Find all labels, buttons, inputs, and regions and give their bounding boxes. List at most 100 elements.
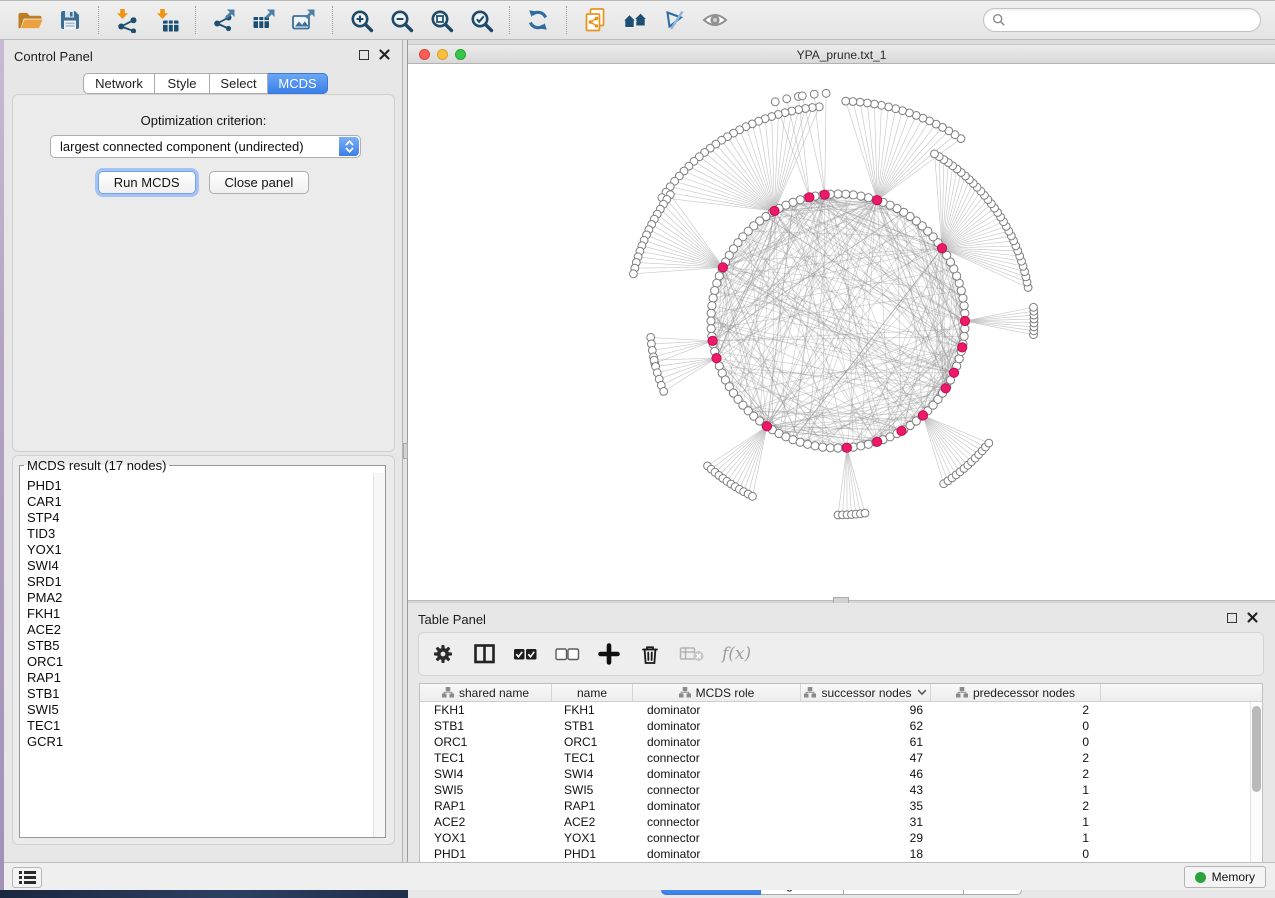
cell-MCDS-role[interactable]: dominator [633,766,801,782]
cell-MCDS-role[interactable]: dominator [633,846,801,862]
tab-network[interactable]: Network [83,73,155,94]
table-row[interactable]: ORC1ORC1dominator610 [420,734,1262,750]
cell-MCDS-role[interactable]: dominator [633,734,801,750]
cell-MCDS-role[interactable]: connector [633,782,801,798]
cell-shared-name[interactable]: TEC1 [420,750,552,766]
home-icon[interactable] [618,4,652,36]
cell-predecessor-nodes[interactable]: 1 [931,814,1101,830]
mcds-result-item[interactable]: ACE2 [27,622,373,638]
cell-MCDS-role[interactable]: dominator [633,798,801,814]
cell-predecessor-nodes[interactable]: 0 [931,718,1101,734]
mcds-result-item[interactable]: RAP1 [27,670,373,686]
cell-successor-nodes[interactable]: 31 [801,814,931,830]
show-graphics-details-icon[interactable] [698,4,732,36]
mcds-result-item[interactable]: SRD1 [27,574,373,590]
table-row[interactable]: FKH1FKH1dominator962 [420,702,1262,718]
zoom-selected-icon[interactable] [464,4,498,36]
table-row[interactable]: YOX1YOX1connector291 [420,830,1262,846]
mcds-result-list[interactable]: PHD1CAR1STP4TID3YOX1SWI4SRD1PMA2FKH1ACE2… [20,473,373,837]
cell-successor-nodes[interactable]: 47 [801,750,931,766]
cell-predecessor-nodes[interactable]: 1 [931,830,1101,846]
mcds-result-item[interactable]: STP4 [27,510,373,526]
mcds-result-item[interactable]: TID3 [27,526,373,542]
cell-successor-nodes[interactable]: 61 [801,734,931,750]
export-image-icon[interactable] [287,4,321,36]
zoom-out-icon[interactable] [384,4,418,36]
search-input[interactable] [1012,13,1252,27]
cell-MCDS-role[interactable]: connector [633,830,801,846]
mcds-result-item[interactable]: PHD1 [27,478,373,494]
cell-successor-nodes[interactable]: 46 [801,766,931,782]
panel-list-button[interactable] [12,867,42,888]
column-header-MCDS-role[interactable]: MCDS role [633,684,801,701]
mcds-list-scrollbar[interactable] [373,473,385,837]
zoom-in-icon[interactable] [344,4,378,36]
close-panel-button[interactable]: Close panel [209,171,310,194]
cell-name[interactable]: SWI4 [552,766,633,782]
cell-shared-name[interactable]: FKH1 [420,702,552,718]
column-header-predecessor-nodes[interactable]: predecessor nodes [931,684,1101,701]
cell-successor-nodes[interactable]: 96 [801,702,931,718]
import-table-icon[interactable] [150,4,184,36]
table-row[interactable]: SWI5SWI5connector431 [420,782,1262,798]
cell-name[interactable]: STB1 [552,718,633,734]
table-scrollbar[interactable] [1250,702,1262,869]
cell-predecessor-nodes[interactable]: 2 [931,702,1101,718]
memory-button[interactable]: Memory [1184,866,1266,888]
deselect-all-icon[interactable] [555,641,580,667]
table-row[interactable]: PHD1PHD1dominator180 [420,846,1262,862]
cell-successor-nodes[interactable]: 18 [801,846,931,862]
column-header-shared-name[interactable]: shared name [420,684,552,701]
import-network-icon[interactable] [110,4,144,36]
cell-name[interactable]: RAP1 [552,798,633,814]
add-row-icon[interactable] [597,641,621,667]
cell-shared-name[interactable]: RAP1 [420,798,552,814]
cell-name[interactable]: YOX1 [552,830,633,846]
cell-name[interactable]: TEC1 [552,750,633,766]
refresh-layout-icon[interactable] [521,4,555,36]
network-canvas[interactable] [408,64,1275,561]
cell-MCDS-role[interactable]: connector [633,750,801,766]
cell-MCDS-role[interactable]: dominator [633,702,801,718]
save-session-icon[interactable] [53,4,87,36]
cell-shared-name[interactable]: ACE2 [420,814,552,830]
cell-predecessor-nodes[interactable]: 1 [931,782,1101,798]
table-row[interactable]: SWI4SWI4dominator462 [420,766,1262,782]
table-row[interactable]: TEC1TEC1connector472 [420,750,1262,766]
table-row[interactable]: STB1STB1dominator620 [420,718,1262,734]
mcds-result-item[interactable]: STB1 [27,686,373,702]
mcds-result-item[interactable]: GCR1 [27,734,373,750]
cell-successor-nodes[interactable]: 43 [801,782,931,798]
export-table-icon[interactable] [247,4,281,36]
mcds-result-item[interactable]: FKH1 [27,606,373,622]
column-visibility-icon[interactable] [472,641,496,667]
network-graph[interactable] [408,64,1275,561]
cell-MCDS-role[interactable]: connector [633,814,801,830]
cell-successor-nodes[interactable]: 62 [801,718,931,734]
column-header-name[interactable]: name [552,684,633,701]
apply-function-icon[interactable]: f(x) [722,641,751,667]
cell-shared-name[interactable]: SWI4 [420,766,552,782]
cell-shared-name[interactable]: SWI5 [420,782,552,798]
network-from-file-icon[interactable] [578,4,612,36]
mcds-result-item[interactable]: CAR1 [27,494,373,510]
cell-successor-nodes[interactable]: 29 [801,830,931,846]
cell-predecessor-nodes[interactable]: 2 [931,798,1101,814]
delete-row-icon[interactable] [638,641,662,667]
mcds-result-item[interactable]: PMA2 [27,590,373,606]
search-box[interactable] [983,8,1261,32]
mcds-result-item[interactable]: SWI5 [27,702,373,718]
select-all-icon[interactable] [513,641,538,667]
cell-MCDS-role[interactable]: dominator [633,718,801,734]
annotations-icon[interactable] [658,4,692,36]
table-row[interactable]: ACE2ACE2connector311 [420,814,1262,830]
tab-select[interactable]: Select [210,73,268,94]
export-network-icon[interactable] [207,4,241,36]
network-window-titlebar[interactable]: YPA_prune.txt_1 [408,45,1275,64]
mcds-result-item[interactable]: STB5 [27,638,373,654]
delete-table-icon[interactable] [679,641,705,667]
table-options-icon[interactable] [431,641,455,667]
cell-name[interactable]: FKH1 [552,702,633,718]
scrollbar-thumb[interactable] [1252,706,1261,792]
criterion-dropdown[interactable]: largest connected component (undirected) [50,135,361,158]
